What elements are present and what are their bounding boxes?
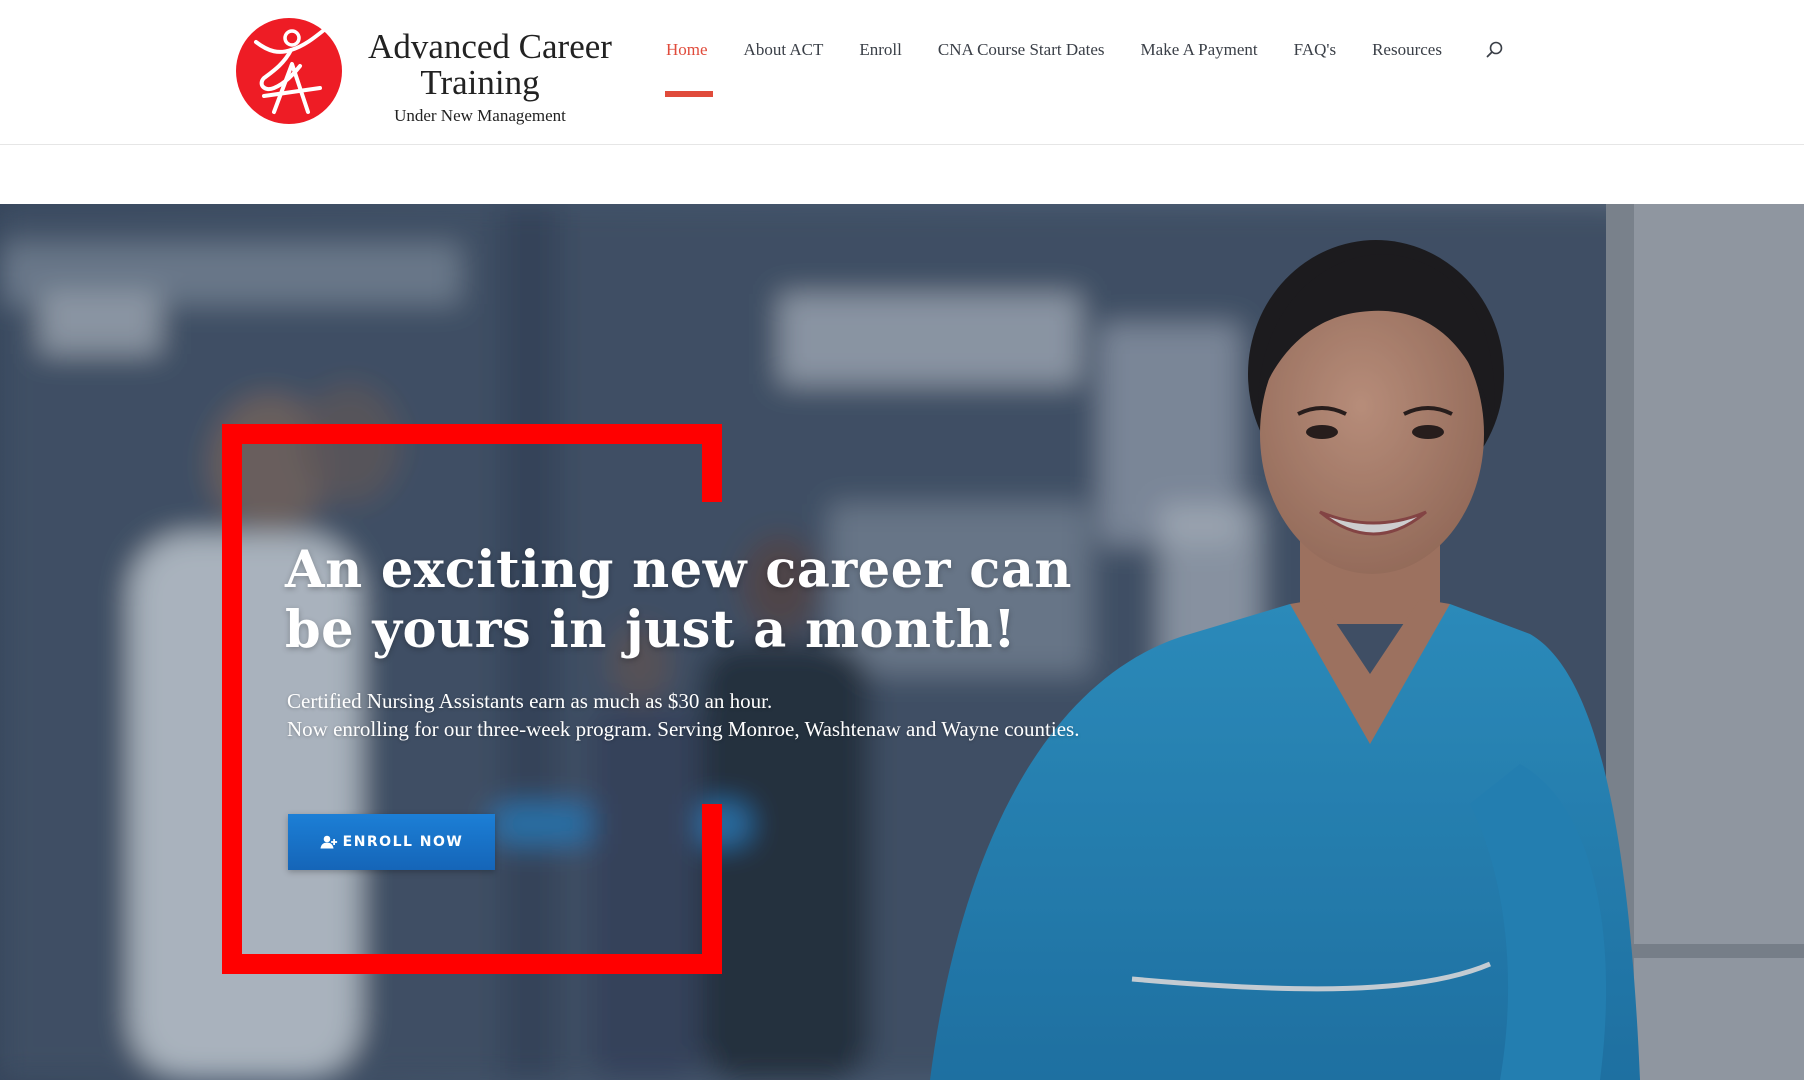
- enroll-now-button[interactable]: ENROLL NOW: [288, 814, 495, 870]
- nav-item-resources[interactable]: Resources: [1372, 40, 1442, 60]
- site-header: Advanced Career Training Under New Manag…: [0, 0, 1804, 145]
- hero-subtitle-line2: Now enrolling for our three-week program…: [287, 717, 1080, 741]
- hero-subtitle-line1: Certified Nursing Assistants earn as muc…: [287, 689, 773, 713]
- logo-title-line2: Training: [420, 63, 540, 102]
- logo-title-line1: Advanced Career: [368, 27, 612, 66]
- hero-title-line1: An exciting new career can: [285, 540, 1072, 600]
- hero-title: An exciting new career can be yours in j…: [285, 540, 1185, 660]
- site-logo[interactable]: Advanced Career Training Under New Manag…: [234, 14, 614, 130]
- enroll-now-label: ENROLL NOW: [342, 834, 464, 850]
- nav-item-cna-course-start-dates[interactable]: CNA Course Start Dates: [938, 40, 1105, 60]
- nav-item-make-a-payment[interactable]: Make A Payment: [1141, 40, 1258, 60]
- hero-title-line2: be yours in just a month!: [285, 600, 1017, 660]
- nav-item-about[interactable]: About ACT: [744, 40, 824, 60]
- main-nav: Home About ACT Enroll CNA Course Start D…: [666, 38, 1478, 62]
- nav-item-faqs[interactable]: FAQ's: [1294, 40, 1336, 60]
- act-logo-icon: [236, 18, 342, 124]
- nav-item-home[interactable]: Home: [666, 40, 708, 60]
- logo-tagline: Under New Management: [394, 106, 566, 125]
- hero-banner: An exciting new career can be yours in j…: [0, 204, 1804, 1080]
- nav-active-indicator: [665, 91, 713, 97]
- nav-item-enroll[interactable]: Enroll: [859, 40, 902, 60]
- hero-subtitle: Certified Nursing Assistants earn as muc…: [287, 687, 1287, 743]
- search-icon[interactable]: [1485, 40, 1505, 60]
- add-user-icon: [320, 835, 337, 849]
